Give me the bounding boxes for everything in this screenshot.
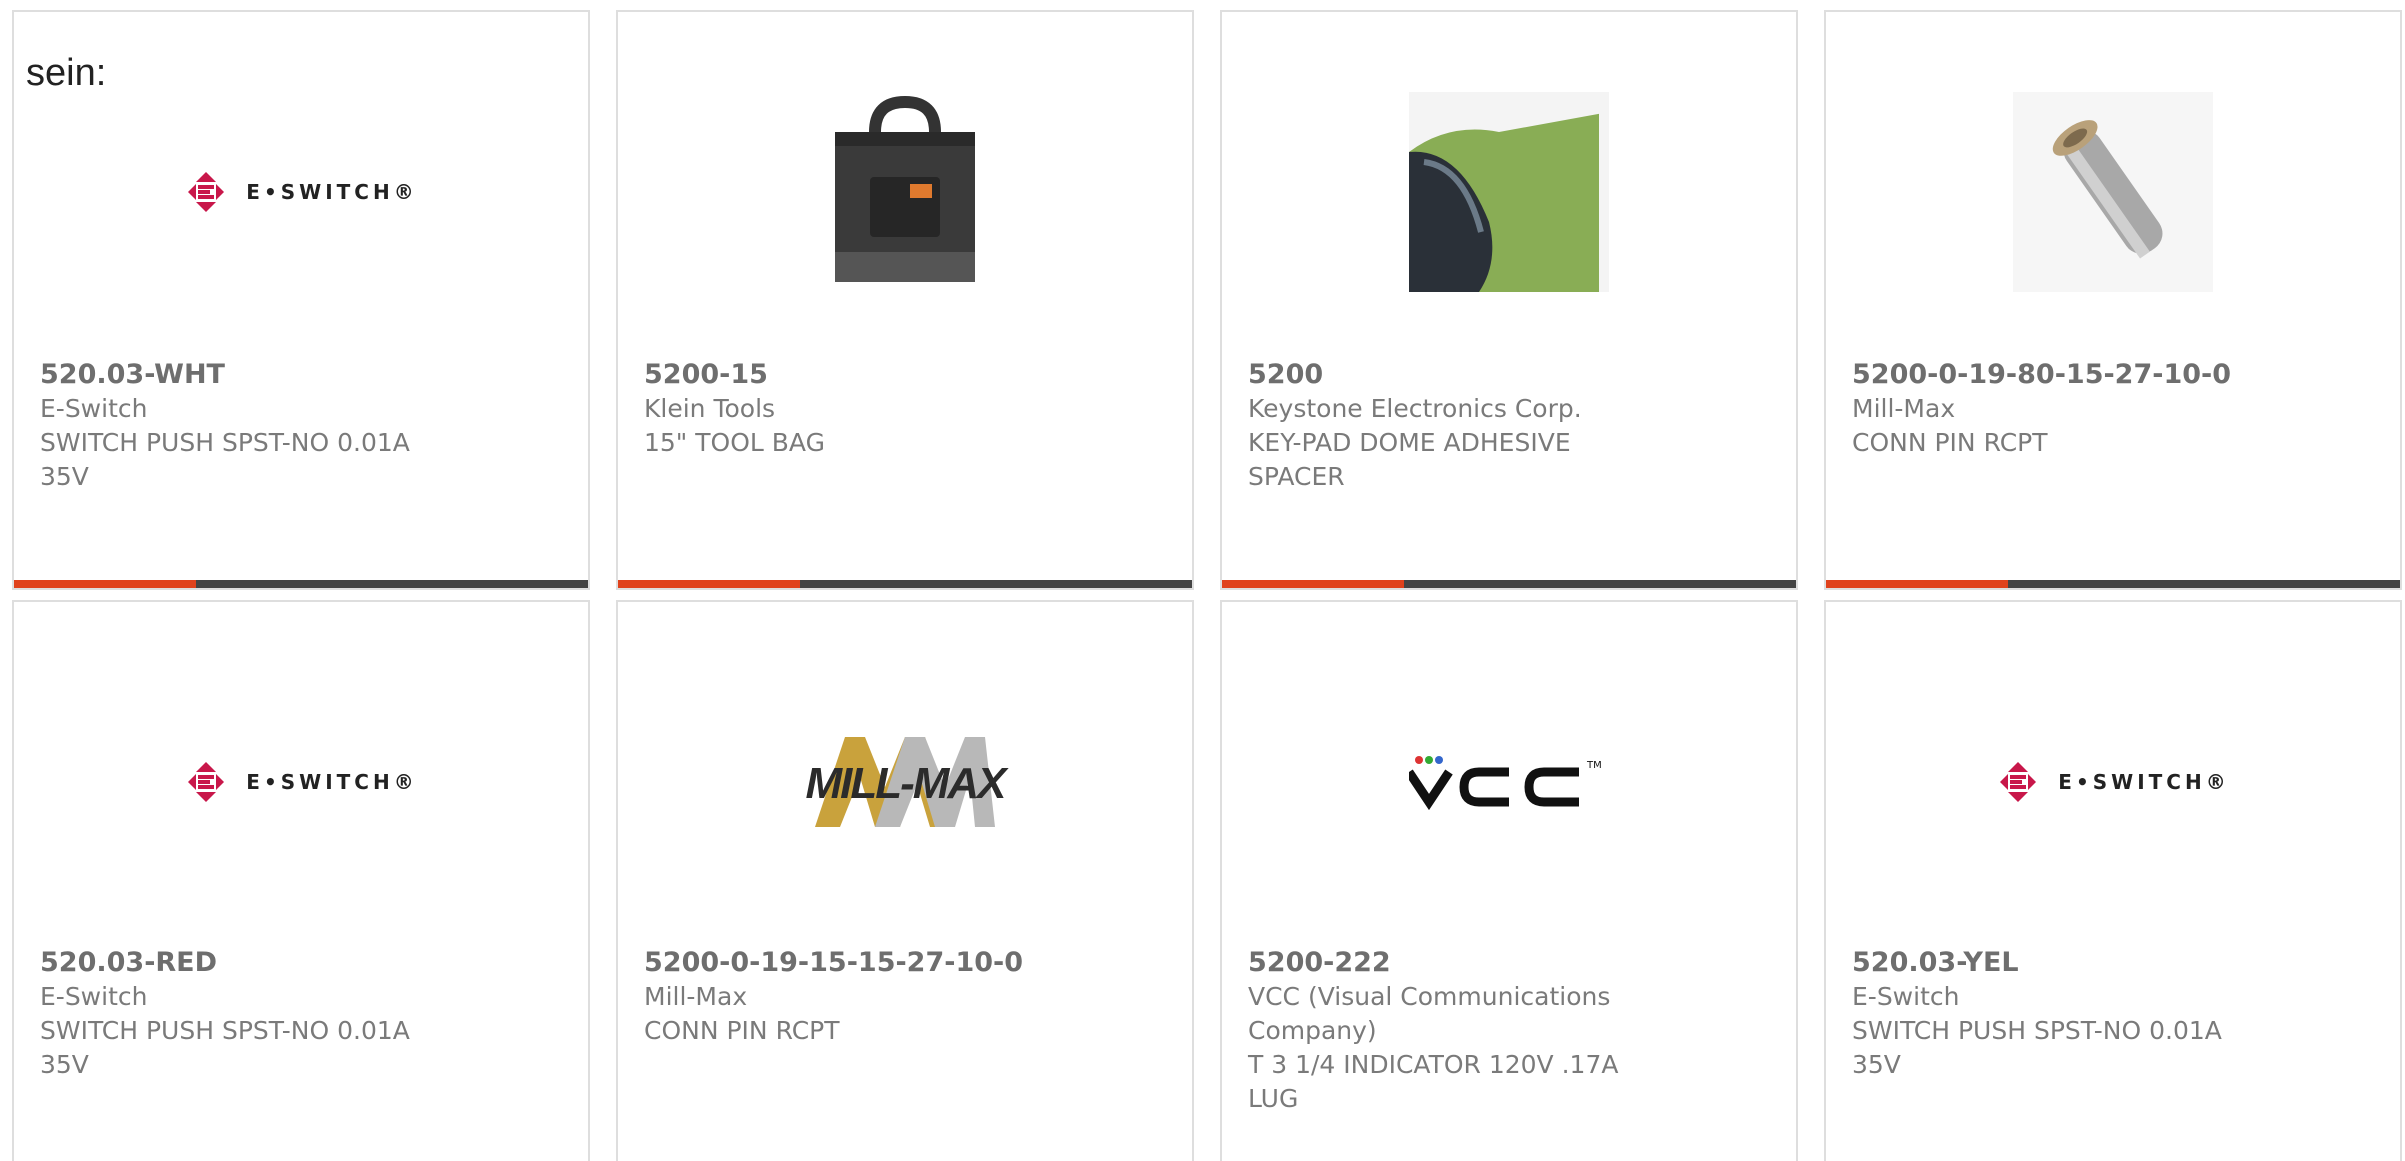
part-number[interactable]: 5200-0-19-80-15-27-10-0	[1852, 358, 2380, 392]
adhesive-spacer-photo	[1409, 92, 1609, 292]
manufacturer: Mill-Max	[644, 982, 748, 1011]
card-accent	[14, 580, 196, 588]
part-number[interactable]: 520.03-WHT	[40, 358, 568, 392]
card-accent	[1826, 580, 2008, 588]
eswitch-logo-text: E•SWITCH®	[2058, 770, 2230, 794]
product-card[interactable]: TM 5200-222 VCC (Visual Communications C…	[1220, 600, 1798, 1161]
product-info: 520.03-WHT E-Switch SWITCH PUSH SPST-NO …	[40, 358, 568, 494]
manufacturer: E-Switch	[40, 394, 148, 423]
description: T 3 1/4 INDICATOR 120V .17A LUG	[1248, 1050, 1619, 1113]
description: 15" TOOL BAG	[644, 428, 825, 457]
eswitch-logo: E•SWITCH®	[184, 172, 417, 212]
product-grid: sein: E•SWITCH® 520.03-WHT E-Switch SWIT…	[0, 0, 2405, 1161]
card-bottom-bar	[1222, 580, 1796, 588]
manufacturer: VCC (Visual Communications Company)	[1248, 982, 1611, 1045]
eswitch-logo-text: E•SWITCH®	[246, 770, 418, 794]
product-image[interactable]: MILL-MAX	[618, 672, 1192, 892]
description: SWITCH PUSH SPST-NO 0.01A 35V	[1852, 1016, 2222, 1079]
part-number[interactable]: 5200	[1248, 358, 1776, 392]
part-number[interactable]: 5200-0-19-15-15-27-10-0	[644, 946, 1172, 980]
product-image[interactable]: TM	[1222, 672, 1796, 892]
description: SWITCH PUSH SPST-NO 0.01A 35V	[40, 1016, 410, 1079]
product-card[interactable]: 5200-15 Klein Tools 15" TOOL BAG	[616, 10, 1194, 590]
eswitch-emblem-icon	[188, 172, 225, 212]
product-info: 5200-0-19-80-15-27-10-0 Mill-Max CONN PI…	[1852, 358, 2380, 460]
description: CONN PIN RCPT	[644, 1016, 840, 1045]
part-number[interactable]: 5200-222	[1248, 946, 1776, 980]
product-info: 5200-15 Klein Tools 15" TOOL BAG	[644, 358, 1172, 460]
product-info: 520.03-YEL E-Switch SWITCH PUSH SPST-NO …	[1852, 946, 2380, 1082]
part-number[interactable]: 520.03-YEL	[1852, 946, 2380, 980]
manufacturer: E-Switch	[40, 982, 148, 1011]
product-info: 5200-0-19-15-15-27-10-0 Mill-Max CONN PI…	[644, 946, 1172, 1048]
product-card[interactable]: MILL-MAX 5200-0-19-15-15-27-10-0 Mill-Ma…	[616, 600, 1194, 1161]
product-card[interactable]: E•SWITCH® 520.03-YEL E-Switch SWITCH PUS…	[1824, 600, 2402, 1161]
svg-text:TM: TM	[1586, 760, 1602, 771]
card-bottom-bar	[1826, 580, 2400, 588]
description: SWITCH PUSH SPST-NO 0.01A 35V	[40, 428, 410, 491]
part-number[interactable]: 5200-15	[644, 358, 1172, 392]
tool-bag-photo	[835, 95, 975, 282]
millmax-logo: MILL-MAX	[805, 727, 1007, 837]
vcc-logo: TM	[1409, 756, 1602, 811]
manufacturer: Mill-Max	[1852, 394, 1956, 423]
part-number[interactable]: 520.03-RED	[40, 946, 568, 980]
manufacturer: Klein Tools	[644, 394, 776, 423]
description: KEY-PAD DOME ADHESIVE SPACER	[1248, 428, 1571, 491]
product-card[interactable]: E•SWITCH® 520.03-RED E-Switch SWITCH PUS…	[12, 600, 590, 1161]
product-card[interactable]: sein: E•SWITCH® 520.03-WHT E-Switch SWIT…	[12, 10, 590, 590]
product-info: 520.03-RED E-Switch SWITCH PUSH SPST-NO …	[40, 946, 568, 1082]
product-image[interactable]: E•SWITCH®	[1826, 672, 2400, 892]
eswitch-logo: E•SWITCH®	[184, 762, 417, 802]
pin-receptacle-photo	[2013, 92, 2213, 292]
product-info: 5200-222 VCC (Visual Communications Comp…	[1248, 946, 1776, 1116]
card-bottom-bar	[14, 580, 588, 588]
eswitch-logo: E•SWITCH®	[1996, 762, 2229, 802]
manufacturer: Keystone Electronics Corp.	[1248, 394, 1582, 423]
card-accent	[618, 580, 800, 588]
card-bottom-bar	[618, 580, 1192, 588]
eswitch-emblem-icon	[2000, 762, 2037, 802]
product-image[interactable]: E•SWITCH®	[14, 82, 588, 302]
eswitch-emblem-icon	[188, 762, 225, 802]
product-info: 5200 Keystone Electronics Corp. KEY-PAD …	[1248, 358, 1776, 494]
manufacturer: E-Switch	[1852, 982, 1960, 1011]
millmax-logo-text: MILL-MAX	[805, 759, 1006, 808]
product-image[interactable]: E•SWITCH®	[14, 672, 588, 892]
product-card[interactable]: 5200 Keystone Electronics Corp. KEY-PAD …	[1220, 10, 1798, 590]
product-card[interactable]: 5200-0-19-80-15-27-10-0 Mill-Max CONN PI…	[1824, 10, 2402, 590]
description: CONN PIN RCPT	[1852, 428, 2048, 457]
product-image[interactable]	[618, 82, 1192, 302]
product-image[interactable]	[1826, 82, 2400, 302]
eswitch-logo-text: E•SWITCH®	[246, 180, 418, 204]
product-image[interactable]	[1222, 82, 1796, 302]
card-accent	[1222, 580, 1404, 588]
